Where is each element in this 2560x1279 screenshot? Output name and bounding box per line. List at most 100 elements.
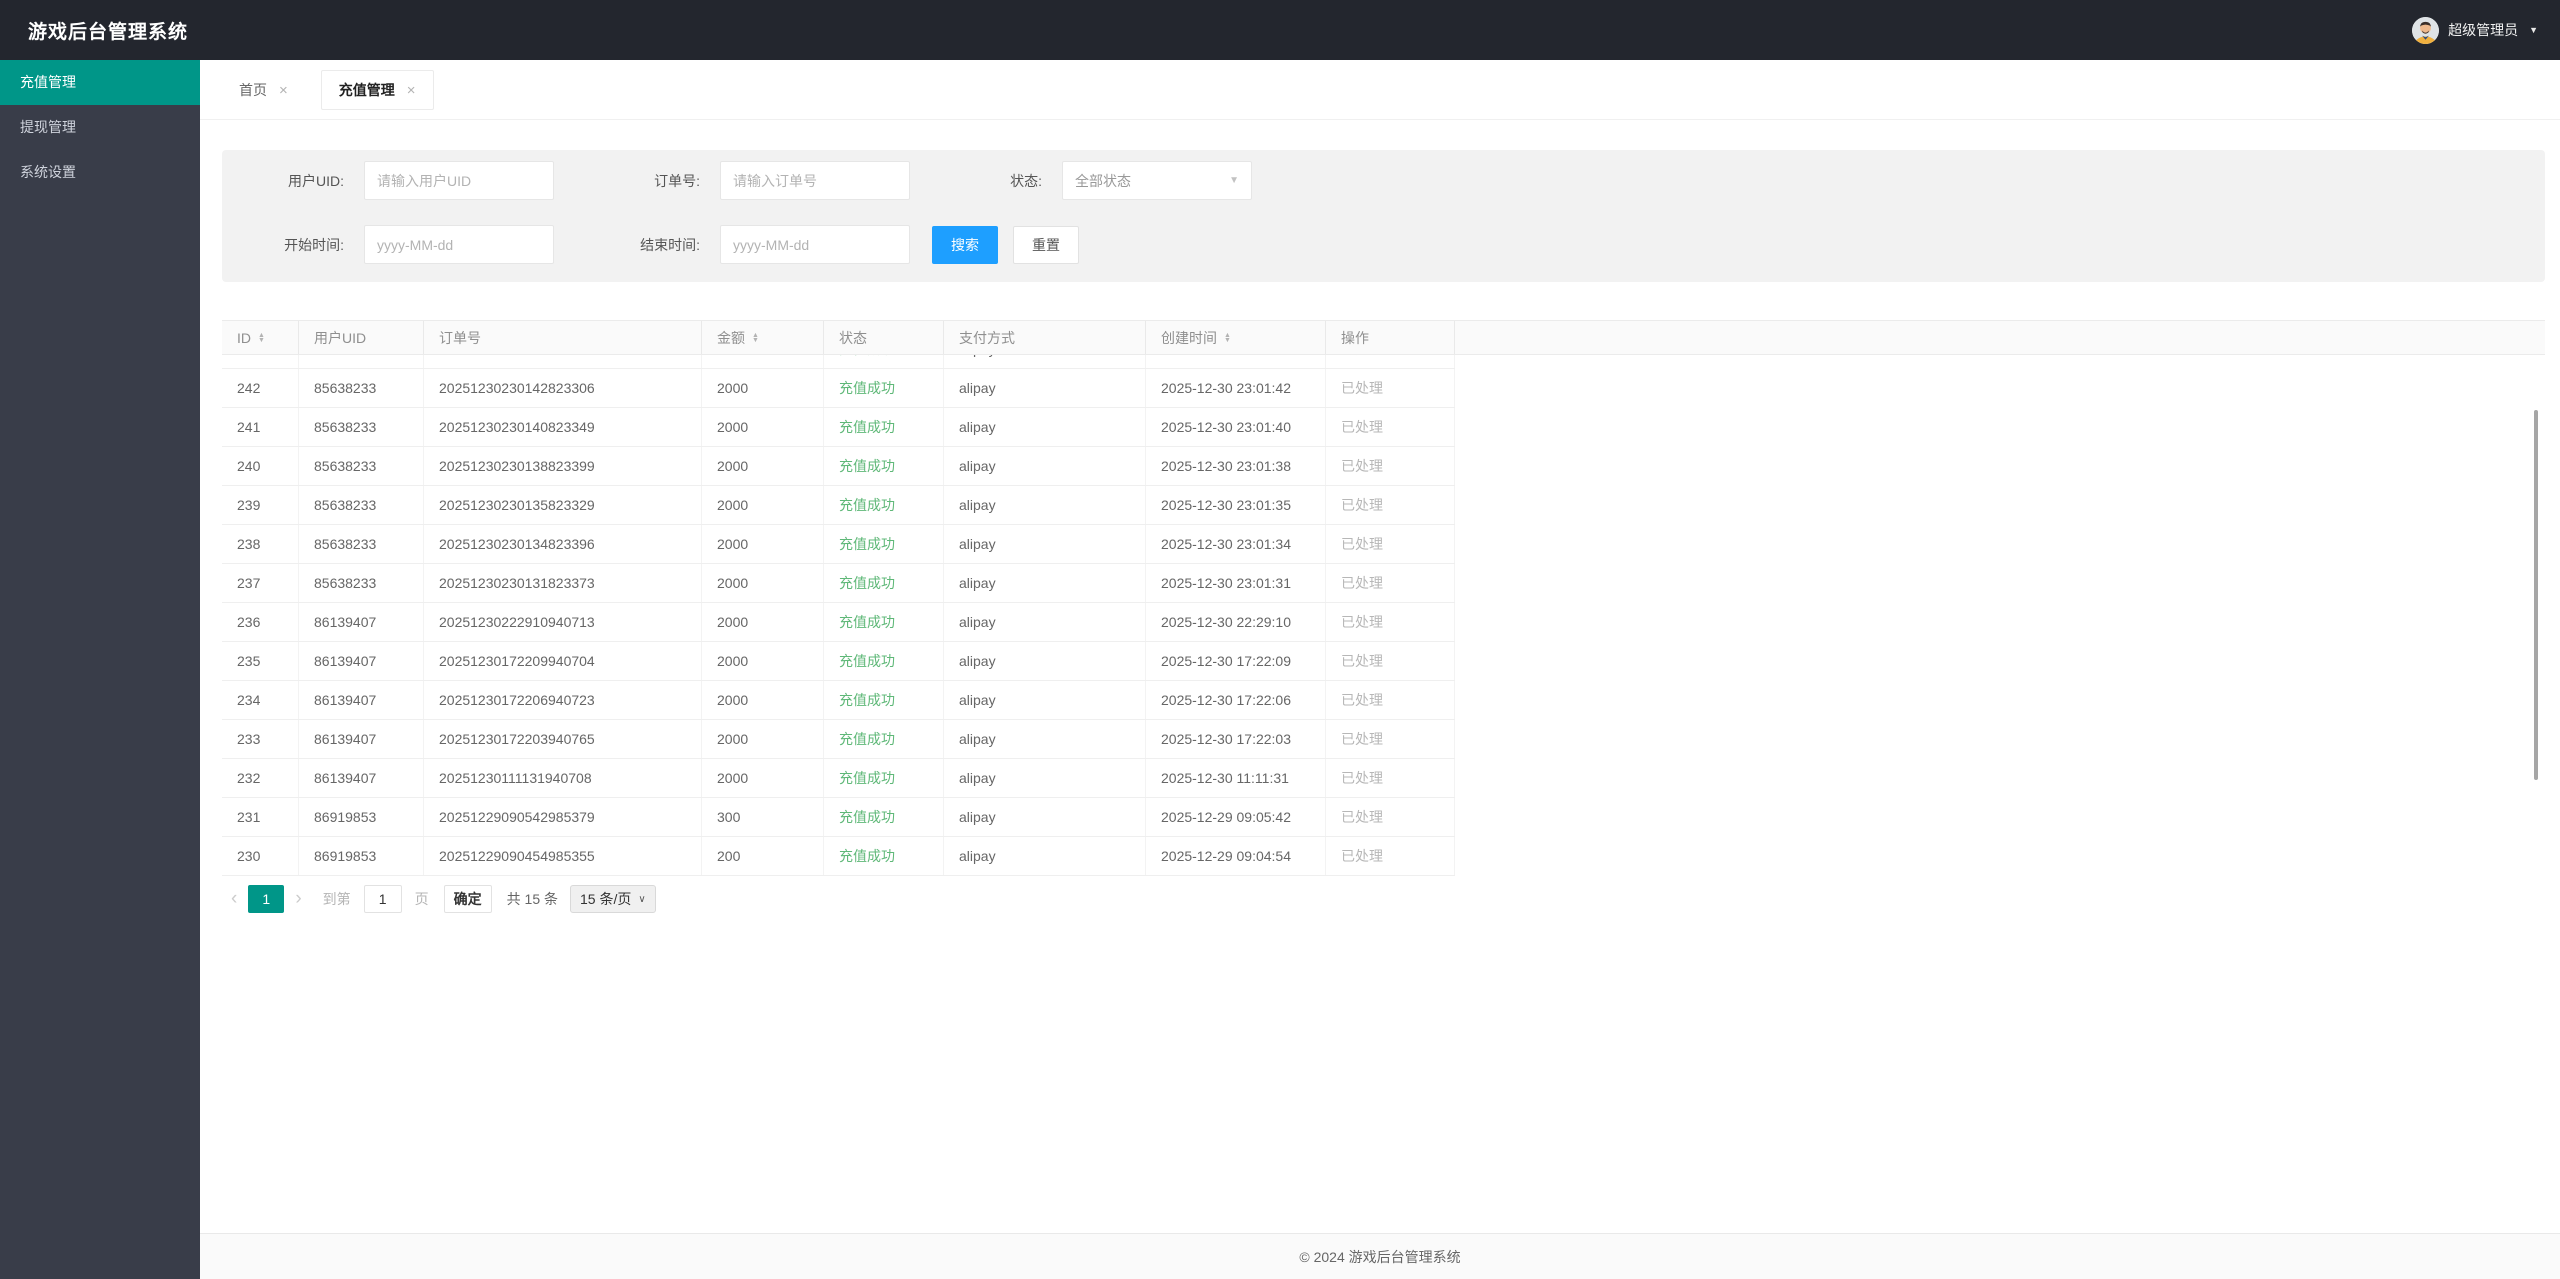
column-header-4[interactable]: 金额 ▲ ▼ (702, 321, 824, 354)
tab-home[interactable]: 首页 × (222, 70, 305, 110)
tab-recharge[interactable]: 充值管理 × (320, 70, 434, 110)
status-select[interactable]: 全部状态 ▼ (1062, 161, 1252, 200)
cell-pay_method: alipay (944, 603, 1146, 641)
app-header: 游戏后台管理系统 超级管理员 ▼ (0, 0, 2560, 60)
cell-action: 已处理 (1326, 720, 1455, 758)
cell-status: 充值成功 (824, 408, 944, 446)
cell-order_no: 20251230222910940713 (424, 603, 702, 641)
column-label: 用户UID (314, 329, 367, 346)
footer: © 2024 游戏后台管理系统 (200, 1233, 2560, 1279)
cell-order_no: 20251230230134823396 (424, 525, 702, 563)
cell-id: 235 (222, 642, 299, 680)
cell-uid: 86919853 (299, 798, 424, 836)
jump-suffix-label: 页 (414, 891, 429, 907)
table-row: 231 86919853 20251229090542985379 300 充值成功 al… (222, 798, 1455, 837)
table-row: 235 86139407 20251230172209940704 2000 充值成功 a… (222, 642, 1455, 681)
jump-page-input[interactable] (363, 885, 402, 913)
cell-amount: 300 (702, 798, 824, 836)
column-header-1[interactable]: ID ▲ ▼ (222, 321, 299, 354)
prev-page-button[interactable]: ‹ (222, 885, 246, 913)
cell-status: 充值成功 (824, 798, 944, 836)
cell-pay_method: alipay (944, 681, 1146, 719)
sidebar-item-recharge[interactable]: 充值管理 (0, 60, 200, 105)
cell-uid: 85638233 (299, 564, 424, 602)
sort-icon[interactable]: ▲ ▼ (258, 332, 265, 344)
cell-pay_method: alipay (944, 798, 1146, 836)
cell-status: 充值成功 (824, 720, 944, 758)
sort-icon[interactable]: ▲ ▼ (1224, 332, 1231, 344)
status-select-value: 全部状态 (1075, 172, 1131, 189)
cell-status: 充值成功 (824, 355, 944, 368)
close-icon[interactable]: × (407, 82, 416, 99)
sort-icon[interactable]: ▲ ▼ (752, 332, 759, 344)
cell-amount: 2000 (702, 486, 824, 524)
scrollbar-thumb[interactable] (2534, 410, 2538, 780)
cell-action: 已处理 (1326, 525, 1455, 563)
column-header-3: 订单号 (424, 321, 702, 354)
close-icon[interactable]: × (279, 82, 288, 99)
table-row: 232 86139407 20251230111131940708 2000 充值成功 a… (222, 759, 1455, 798)
cell-pay_method: alipay (944, 837, 1146, 875)
table-row: 241 85638233 20251230230140823349 2000 充值成功 a… (222, 408, 1455, 447)
cell-order_no: 20251230172206940723 (424, 681, 702, 719)
cell-action: 已处理 (1326, 564, 1455, 602)
cell-pay_method: alipay (944, 720, 1146, 758)
cell-id: 239 (222, 486, 299, 524)
cell-amount: 2000 (702, 759, 824, 797)
column-label: 支付方式 (959, 329, 1015, 346)
confirm-button[interactable]: 确定 (443, 885, 492, 913)
sidebar-item-withdraw[interactable]: 提现管理 (0, 105, 200, 150)
uid-input[interactable] (364, 161, 554, 200)
search-button[interactable]: 搜索 (932, 225, 998, 264)
cell-order_no: 20251230230138823399 (424, 447, 702, 485)
table-body: 24385638233202512302301448233472000充值成功a… (222, 355, 2545, 876)
cell-created_at: 2025-12-30 23:01:35 (1146, 486, 1326, 524)
header-filler (1455, 321, 2545, 354)
page-1-button[interactable]: 1 (248, 885, 285, 913)
start-time-input[interactable] (364, 225, 554, 264)
uid-label: 用户UID: (288, 172, 344, 189)
table-row: 242 85638233 20251230230142823306 2000 充值成功 a… (222, 369, 1455, 408)
next-page-button[interactable]: › (286, 885, 310, 913)
cell-order_no: 20251230230142823306 (424, 369, 702, 407)
column-label: 创建时间 (1161, 329, 1217, 346)
cell-amount: 2000 (702, 681, 824, 719)
table-row: 240 85638233 20251230230138823399 2000 充值成功 a… (222, 447, 1455, 486)
cell-amount: 2000 (702, 720, 824, 758)
cell-status: 充值成功 (824, 447, 944, 485)
filter-panel: 用户UID: 订单号: 状态: 全部状态 ▼ 开始时间: 结束时间: 搜索 重置 (222, 150, 2545, 282)
cell-id: 234 (222, 681, 299, 719)
sidebar-item-settings[interactable]: 系统设置 (0, 150, 200, 195)
tab-label: 充值管理 (338, 82, 395, 98)
sort-desc-icon: ▼ (1224, 336, 1231, 344)
cell-pay_method: alipay (944, 355, 1146, 368)
cell-action: 已处理 (1326, 603, 1455, 641)
cell-amount: 2000 (702, 525, 824, 563)
cell-status: 充值成功 (824, 681, 944, 719)
cell-amount: 2000 (702, 642, 824, 680)
sidebar: 充值管理 提现管理 系统设置 (0, 60, 200, 1279)
column-header-6: 支付方式 (944, 321, 1146, 354)
cell-created_at: 2025-12-30 17:22:09 (1146, 642, 1326, 680)
cell-order_no: 20251230230135823329 (424, 486, 702, 524)
column-header-7[interactable]: 创建时间 ▲ ▼ (1146, 321, 1326, 354)
page-size-select[interactable]: 15 条/页 ∨ (570, 885, 656, 913)
table-row: 24385638233202512302301448233472000充值成功a… (222, 355, 1455, 369)
cell-id: 243 (222, 355, 299, 368)
cell-uid: 86139407 (299, 720, 424, 758)
chevron-down-icon: ▼ (2529, 25, 2538, 35)
cell-amount: 200 (702, 837, 824, 875)
cell-uid: 85638233 (299, 355, 424, 368)
user-menu[interactable]: 超级管理员 ▼ (2412, 16, 2560, 44)
cell-pay_method: alipay (944, 408, 1146, 446)
cell-pay_method: alipay (944, 447, 1146, 485)
order-input[interactable] (720, 161, 910, 200)
pagination: ‹ 1 › 到第 页 确定 共 15 条 15 条/页 ∨ (222, 884, 2560, 914)
end-time-input[interactable] (720, 225, 910, 264)
cell-order_no: 20251230230144823347 (424, 355, 702, 368)
cell-id: 231 (222, 798, 299, 836)
cell-order_no: 20251230230140823349 (424, 408, 702, 446)
cell-created_at: 2025-12-30 11:11:31 (1146, 759, 1326, 797)
reset-button[interactable]: 重置 (1013, 225, 1079, 264)
cell-created_at: 2025-12-30 23:01:34 (1146, 525, 1326, 563)
